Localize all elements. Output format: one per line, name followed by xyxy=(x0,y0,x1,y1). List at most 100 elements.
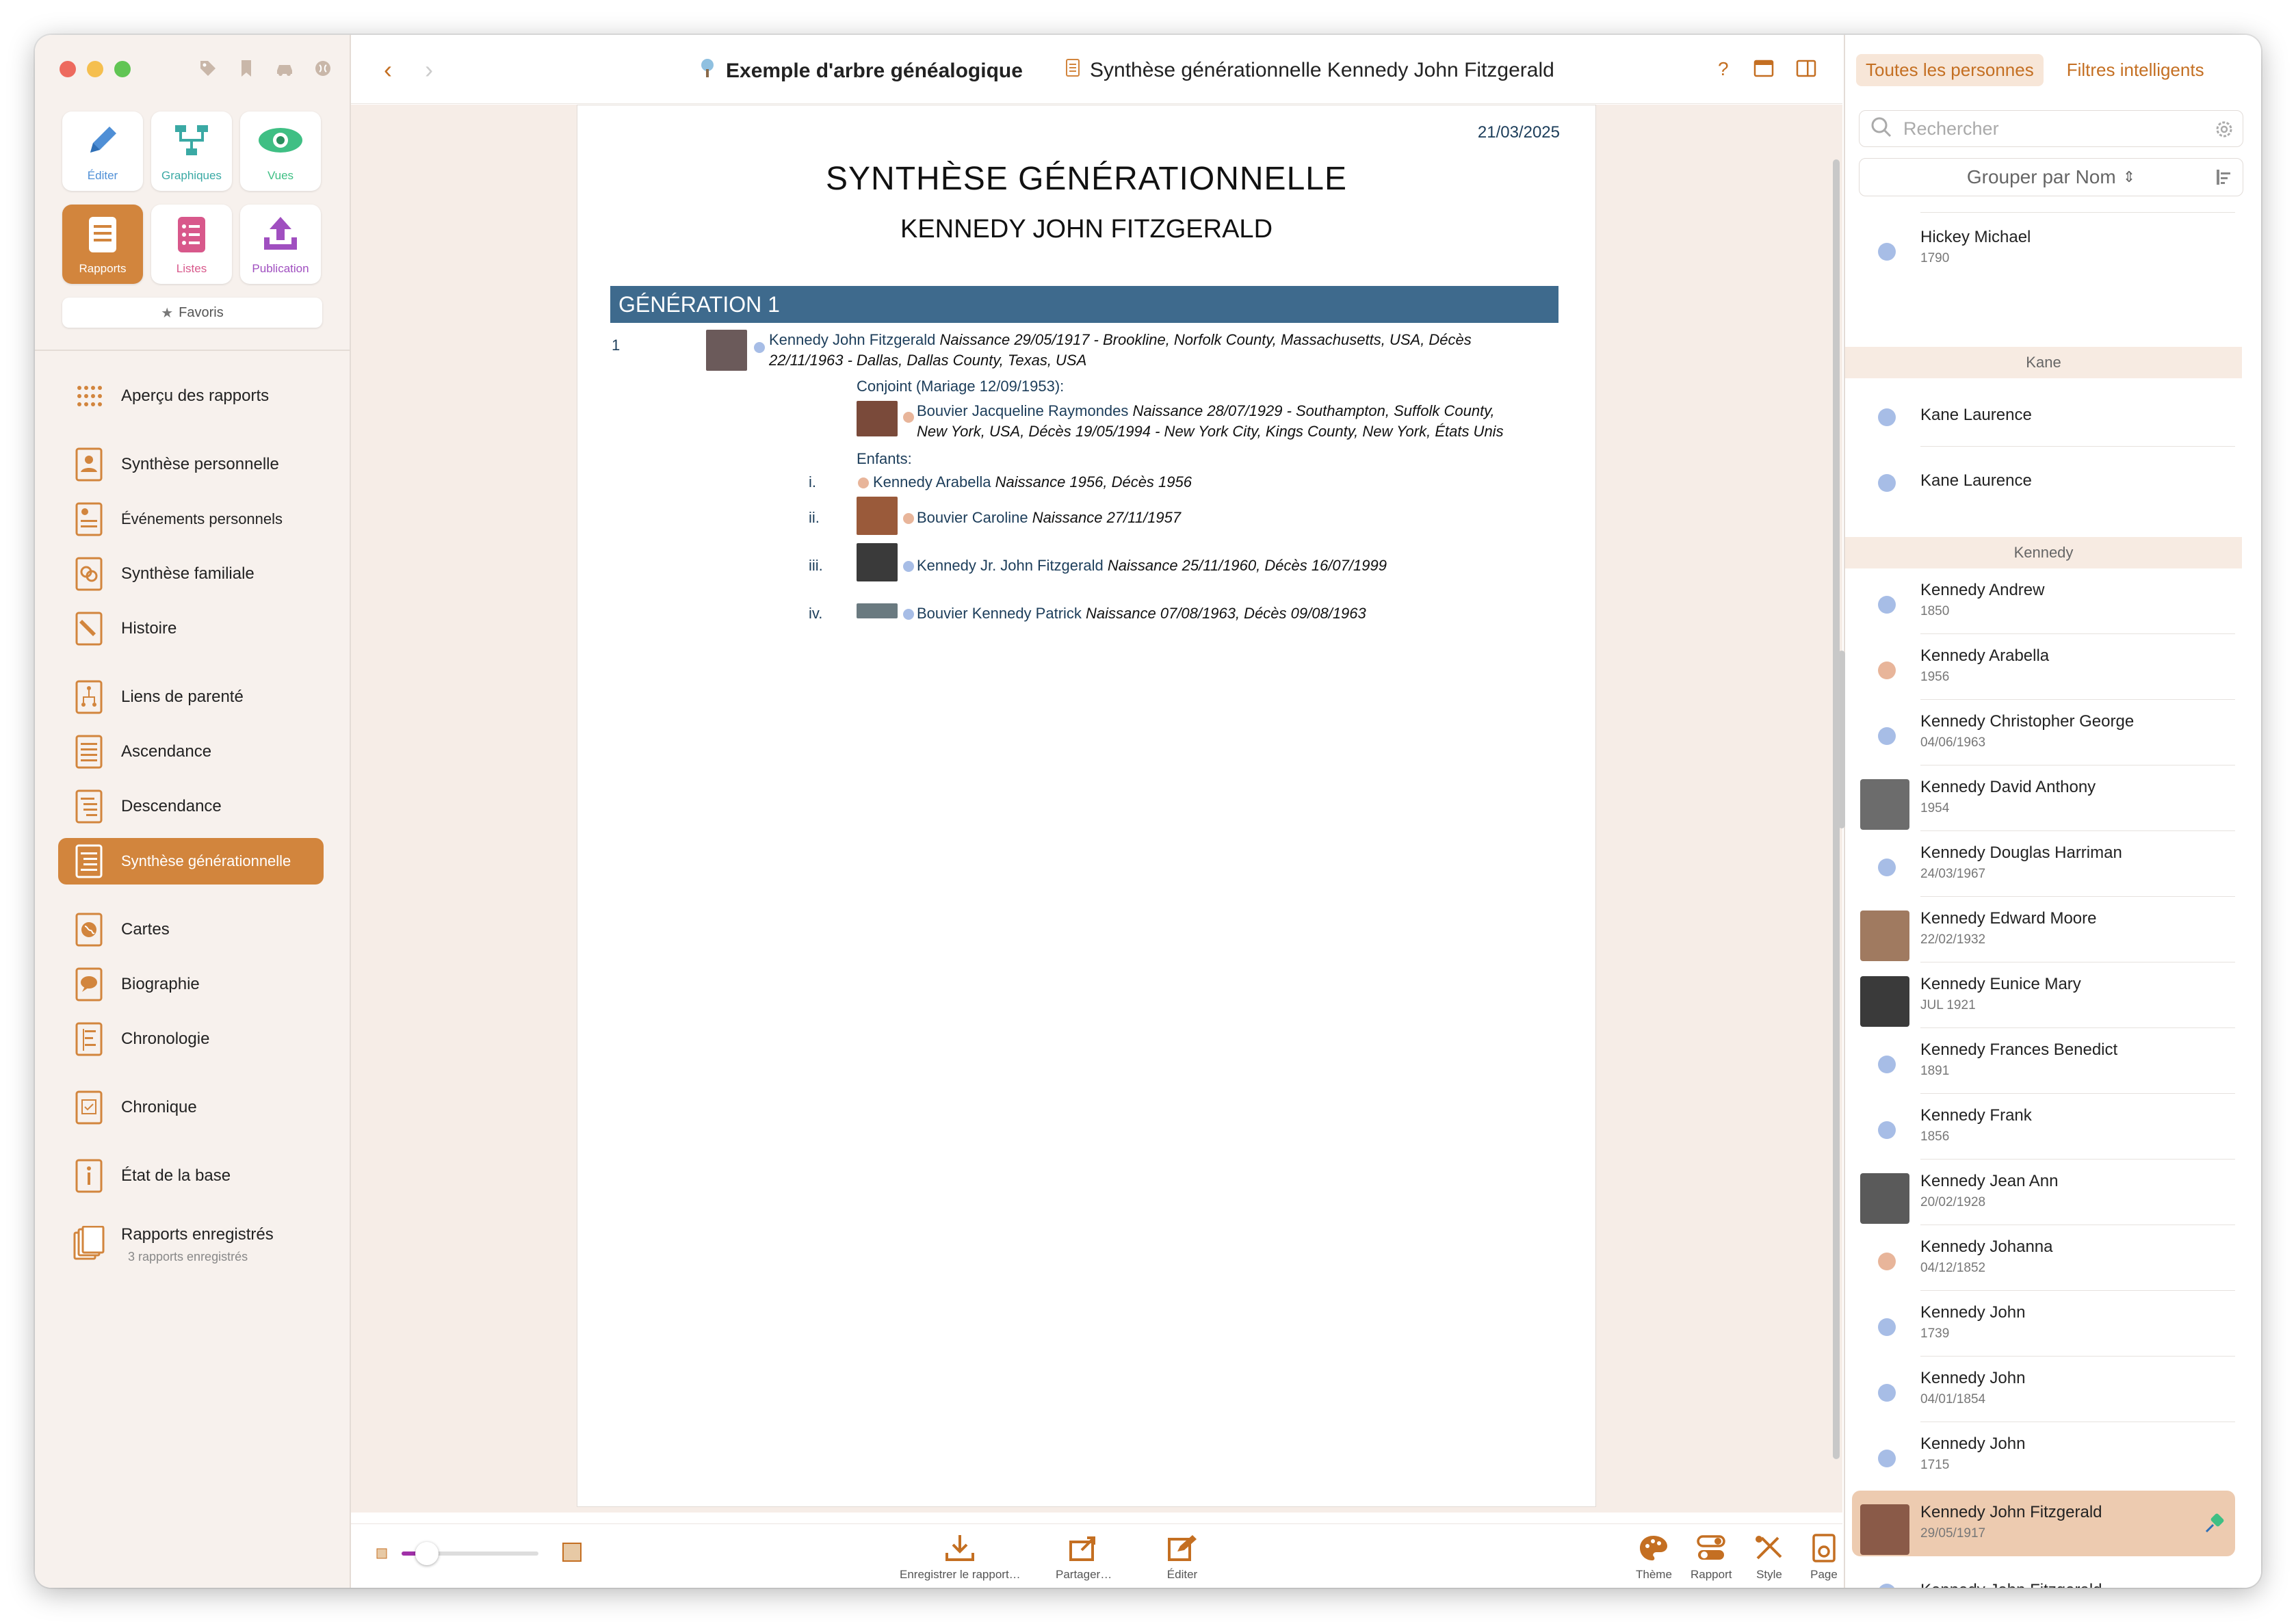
tab-smart-filters[interactable]: Filtres intelligents xyxy=(2057,54,2214,86)
person-row[interactable]: Kennedy John 04/01/1854 xyxy=(1852,1357,2235,1422)
child-link[interactable]: Bouvier Kennedy Patrick xyxy=(917,605,1082,622)
save-report-button[interactable]: Enregistrer le rapport… xyxy=(900,1534,1021,1582)
sidebar-item-label: Biographie xyxy=(121,975,200,993)
breadcrumb-report[interactable]: Synthèse générationnelle Kennedy John Fi… xyxy=(1065,58,1554,83)
child-link[interactable]: Bouvier Caroline xyxy=(917,509,1028,526)
group-by-select[interactable]: Grouper par Nom ⇕ xyxy=(1859,158,2243,196)
person-row[interactable]: Kennedy Eunice Mary JUL 1921 xyxy=(1852,962,2235,1028)
sidebar-item-chronicle[interactable]: Chronique xyxy=(58,1084,324,1131)
theme-button[interactable]: Thème xyxy=(1636,1534,1672,1582)
person-row[interactable]: Kennedy Edward Moore 22/02/1932 xyxy=(1852,897,2235,962)
chevron-updown-icon: ⇕ xyxy=(2122,168,2136,185)
tab-all-persons[interactable]: Toutes les personnes xyxy=(1856,54,2044,86)
document-icon xyxy=(1065,58,1080,83)
style-button[interactable]: Style xyxy=(1753,1534,1785,1582)
person-row-selected[interactable]: Kennedy John Fitzgerald 29/05/1917 xyxy=(1852,1491,2235,1556)
person-row[interactable]: Kennedy John 1715 xyxy=(1852,1422,2235,1488)
child-link[interactable]: Kennedy Arabella xyxy=(873,473,991,490)
page-button[interactable]: Page xyxy=(1808,1534,1840,1582)
brain-icon[interactable] xyxy=(313,58,333,79)
person-card-icon xyxy=(73,447,105,482)
forward-icon[interactable]: › xyxy=(425,55,433,84)
sidebar-item-database-status[interactable]: État de la base xyxy=(58,1153,324,1199)
person-row[interactable]: Kane Laurence xyxy=(1852,447,2235,512)
favorites-button[interactable]: ★ Favoris xyxy=(62,298,322,328)
sidebar-item-generation-summary[interactable]: Synthèse générationnelle xyxy=(58,838,324,885)
person-row[interactable]: Kennedy Christopher George 04/06/1963 xyxy=(1852,700,2235,765)
gear-icon[interactable] xyxy=(2214,119,2234,143)
tile-publication[interactable]: Publication xyxy=(240,205,321,284)
person-row[interactable]: Kennedy Jean Ann 20/02/1928 xyxy=(1852,1160,2235,1225)
child-photo[interactable] xyxy=(857,543,898,581)
gender-dot xyxy=(1878,1318,1896,1336)
share-button[interactable]: Partager… xyxy=(1056,1534,1112,1582)
breadcrumb-tree[interactable]: Exemple d'arbre généalogique xyxy=(699,58,1023,84)
person-date: 04/01/1854 xyxy=(1920,1392,1986,1406)
relationship-icon xyxy=(73,679,105,715)
sidebar-item-ancestry[interactable]: Ascendance xyxy=(58,729,324,775)
back-icon[interactable]: ‹ xyxy=(384,55,392,84)
sidebar-item-history[interactable]: Histoire xyxy=(58,605,324,652)
tile-reports[interactable]: Rapports xyxy=(62,205,143,284)
saved-reports-icon xyxy=(73,1225,105,1261)
sidebar-item-maps[interactable]: Cartes xyxy=(58,906,324,953)
sidebar-item-timeline[interactable]: Chronologie xyxy=(58,1016,324,1062)
person-row[interactable]: Kennedy John 1739 xyxy=(1852,1291,2235,1357)
person-row[interactable]: Kennedy Arabella 1956 xyxy=(1852,634,2235,700)
tile-charts[interactable]: Graphiques xyxy=(151,112,232,191)
sidebar-item-label: Cartes xyxy=(121,920,170,939)
report-date: 21/03/2025 xyxy=(1477,123,1560,142)
zoom-window-button[interactable] xyxy=(114,61,131,77)
tile-views[interactable]: Vues xyxy=(240,112,321,191)
person-row[interactable]: Kennedy Frances Benedict 1891 xyxy=(1852,1028,2235,1094)
car-icon[interactable] xyxy=(274,58,295,79)
sidebar-toolbar xyxy=(198,58,333,79)
main-person-link[interactable]: Kennedy John Fitzgerald xyxy=(769,331,935,348)
tile-edit[interactable]: Éditer xyxy=(62,112,143,191)
pin-icon[interactable] xyxy=(2204,1511,2227,1538)
sidebar-item-family-summary[interactable]: Synthèse familiale xyxy=(58,551,324,597)
edit-report-button[interactable]: Éditer xyxy=(1166,1534,1198,1582)
person-row[interactable]: Kennedy Andrew 1850 xyxy=(1852,568,2235,634)
sidebar-item-overview[interactable]: Aperçu des rapports xyxy=(58,373,324,419)
sidebar-item-label: État de la base xyxy=(121,1166,231,1185)
zoom-slider[interactable] xyxy=(402,1542,538,1565)
close-window-button[interactable] xyxy=(60,61,76,77)
person-row[interactable]: Kennedy Frank 1856 xyxy=(1852,1094,2235,1160)
search-input[interactable]: Rechercher xyxy=(1859,110,2243,147)
spouse-link[interactable]: Bouvier Jacqueline Raymondes xyxy=(917,402,1128,419)
person-row[interactable]: Hickey Michael 1790 xyxy=(1852,215,2235,281)
sidebar-item-label: Chronique xyxy=(121,1098,197,1116)
sidebar-toggle-icon[interactable] xyxy=(1796,60,1816,81)
sidebar-item-relationships[interactable]: Liens de parenté xyxy=(58,674,324,720)
report-page: 21/03/2025 SYNTHÈSE GÉNÉRATIONNELLE KENN… xyxy=(577,105,1596,1507)
gender-dot xyxy=(903,609,914,620)
tag-icon[interactable] xyxy=(198,58,218,79)
sidebar-item-biography[interactable]: Biographie xyxy=(58,961,324,1008)
child-photo[interactable] xyxy=(857,497,898,535)
sidebar-item-descendancy[interactable]: Descendance xyxy=(58,783,324,830)
child-link[interactable]: Kennedy Jr. John Fitzgerald xyxy=(917,557,1104,574)
person-row[interactable]: Kennedy John Fitzgerald xyxy=(1852,1556,2235,1588)
minimize-window-button[interactable] xyxy=(87,61,103,77)
report-options-button[interactable]: Rapport xyxy=(1691,1534,1732,1582)
window-view-icon[interactable] xyxy=(1753,60,1774,81)
sort-icon[interactable] xyxy=(2215,167,2232,192)
person-row[interactable]: Kennedy Johanna 04/12/1852 xyxy=(1852,1225,2235,1291)
bookmark-icon[interactable] xyxy=(236,58,257,79)
sidebar-item-personal-summary[interactable]: Synthèse personnelle xyxy=(58,441,324,488)
persons-list-scrollbar[interactable] xyxy=(1838,651,1845,828)
zoom-slider-handle[interactable] xyxy=(415,1542,439,1565)
sidebar-item-personal-events[interactable]: Événements personnels xyxy=(58,496,324,542)
sidebar-item-label: Synthèse générationnelle xyxy=(121,852,291,869)
person-row[interactable]: Kennedy David Anthony 1954 xyxy=(1852,765,2235,831)
tile-lists[interactable]: Listes xyxy=(151,205,232,284)
help-button[interactable]: ? xyxy=(1718,58,1729,80)
person-row[interactable]: Kennedy Douglas Harriman 24/03/1967 xyxy=(1852,831,2235,897)
spouse-details: New York, USA, Décès 19/05/1994 - New Yo… xyxy=(917,423,1504,440)
child-photo[interactable] xyxy=(857,603,898,618)
spouse-photo[interactable] xyxy=(857,401,898,436)
person-name: Kennedy Frances Benedict xyxy=(1920,1040,2118,1059)
person-photo[interactable] xyxy=(706,330,747,371)
person-row[interactable]: Kane Laurence xyxy=(1852,381,2235,447)
